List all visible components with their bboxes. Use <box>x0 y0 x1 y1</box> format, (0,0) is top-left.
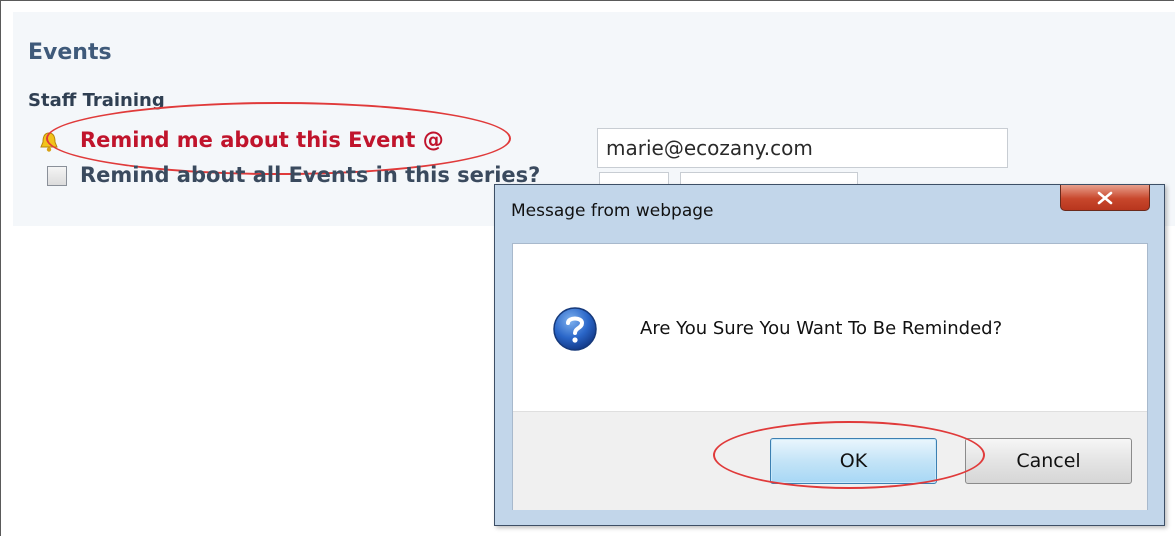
highlight-oval-ok <box>713 421 985 489</box>
dialog-close-button[interactable] <box>1060 185 1150 211</box>
dialog-title: Message from webpage <box>511 201 714 221</box>
close-icon <box>1097 191 1113 204</box>
events-heading: Events <box>28 40 112 65</box>
series-reminder-label: Remind about all Events in this series? <box>80 163 541 187</box>
dialog-message: Are You Sure You Want To Be Reminded? <box>640 318 1003 339</box>
cancel-button[interactable]: Cancel <box>965 438 1132 484</box>
series-reminder-checkbox[interactable] <box>47 166 67 186</box>
question-icon <box>553 307 597 351</box>
reminder-email-field[interactable] <box>597 128 1008 168</box>
